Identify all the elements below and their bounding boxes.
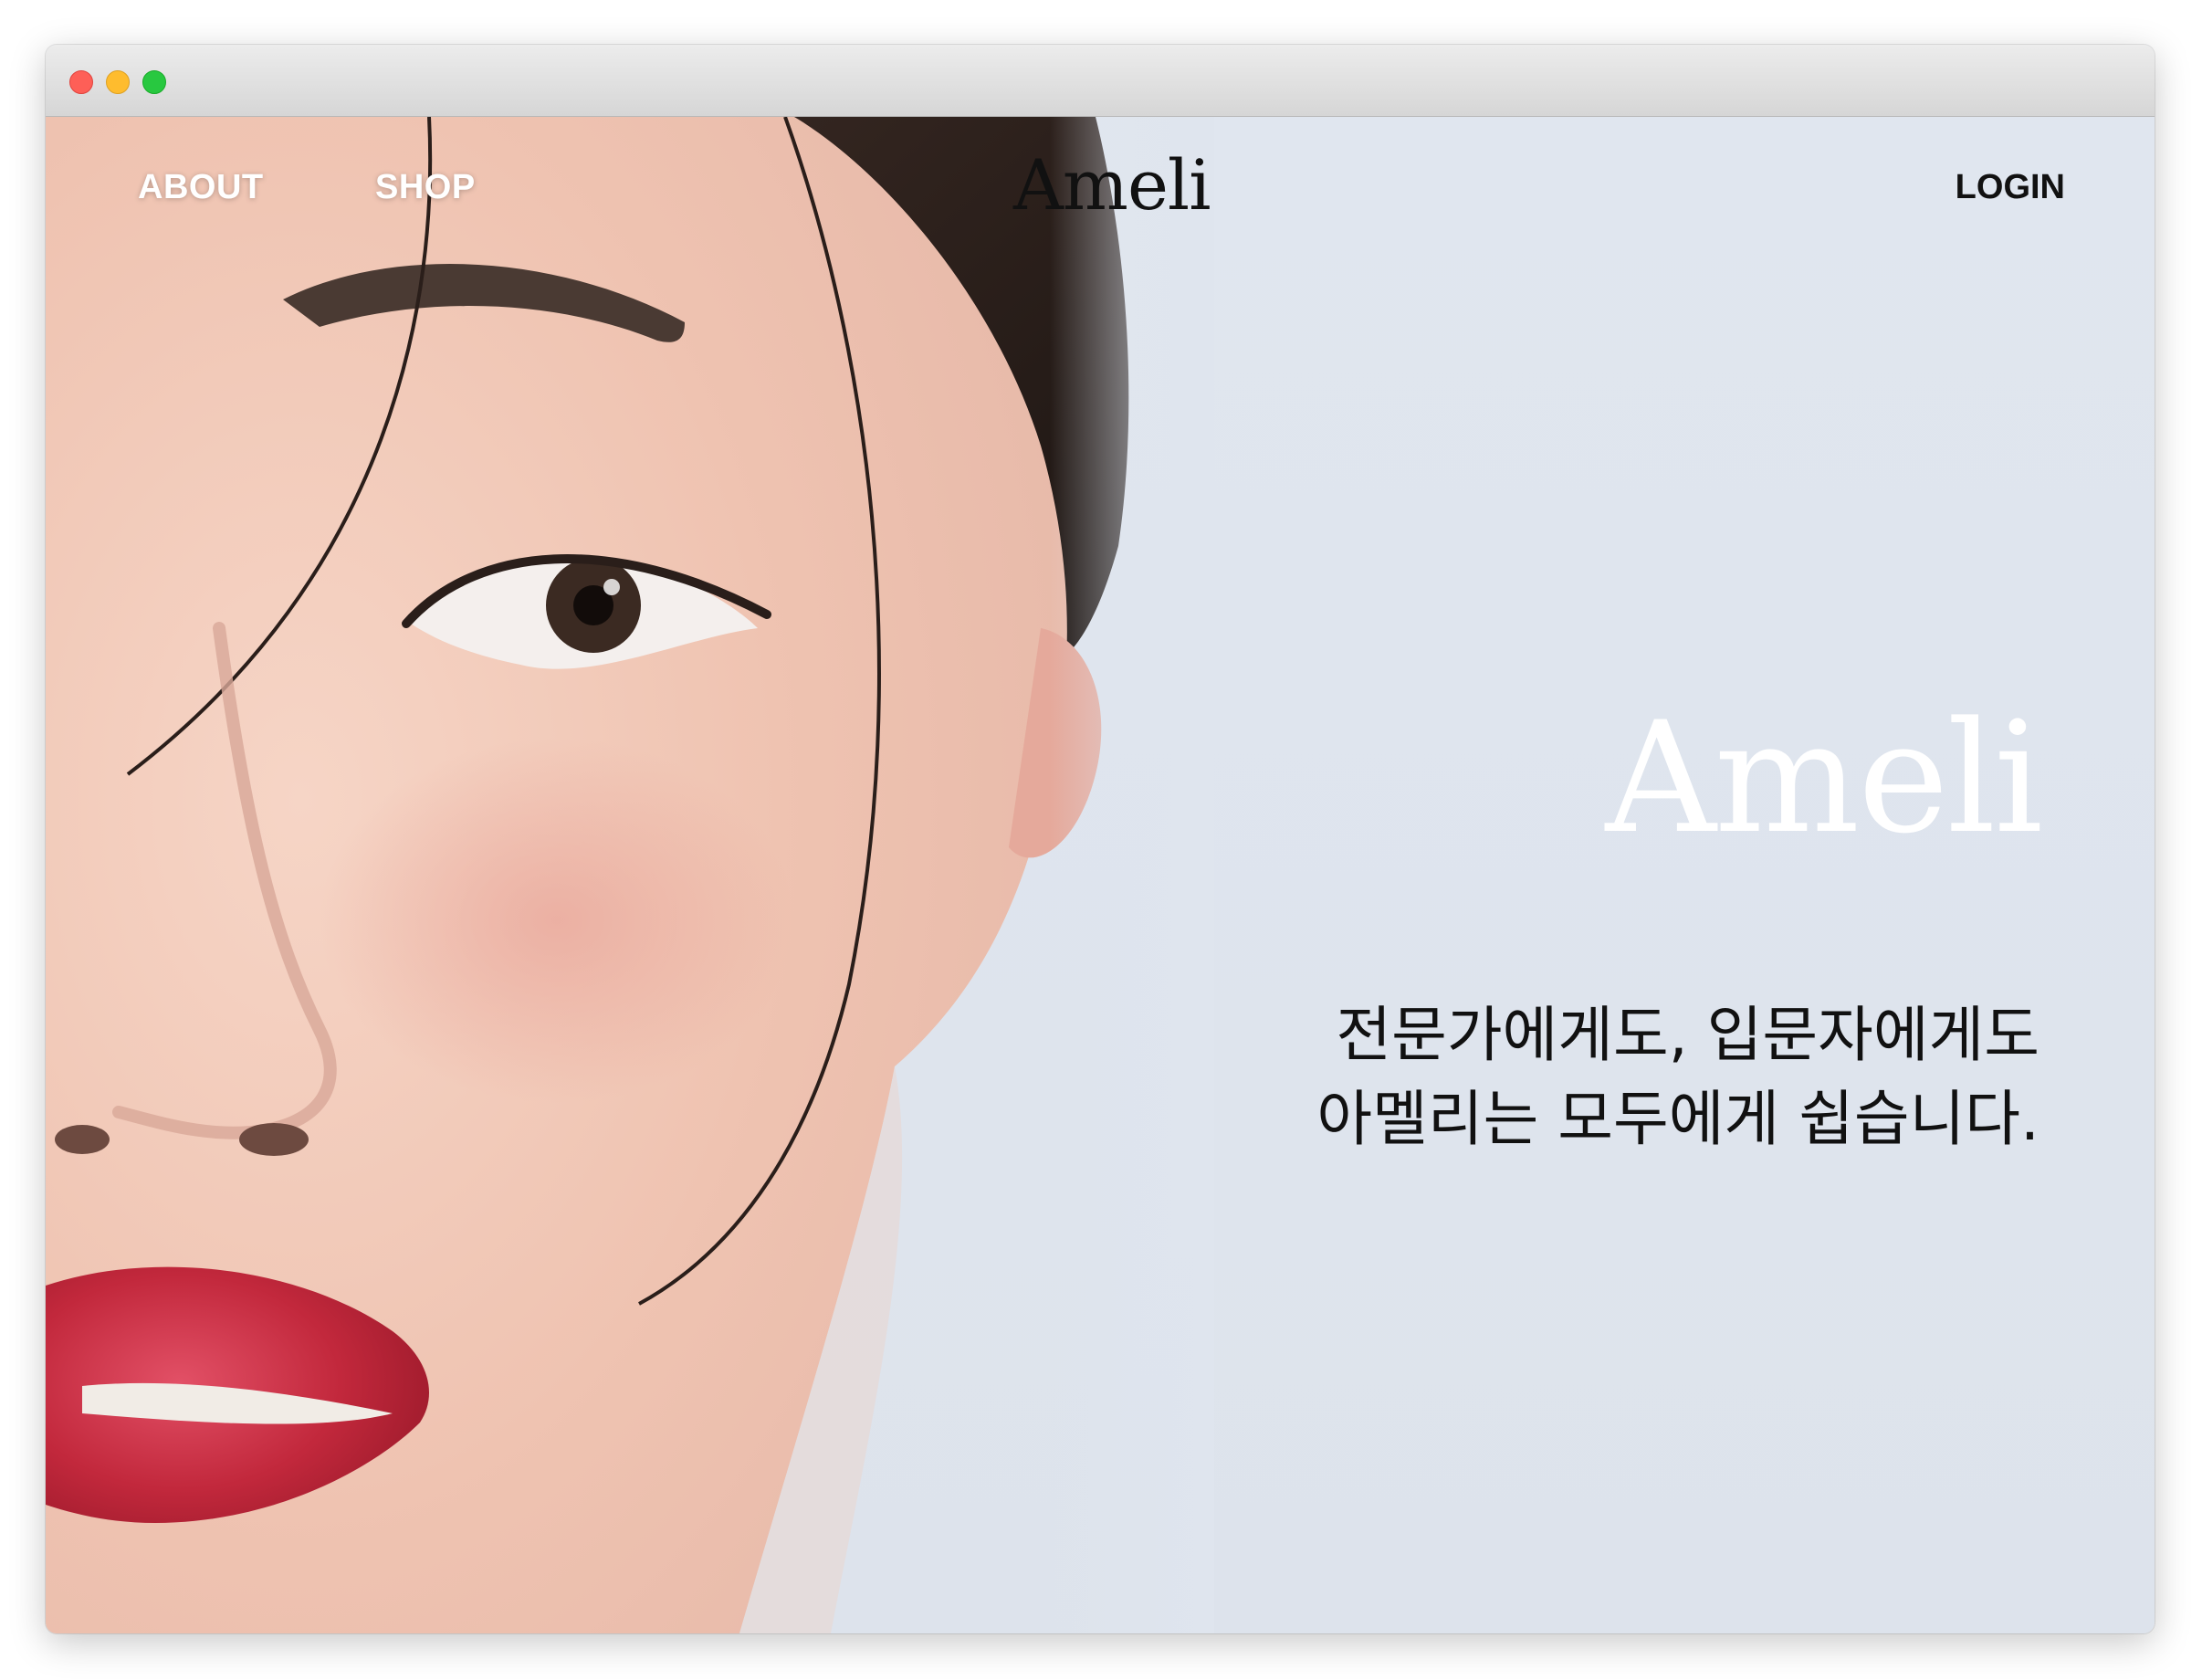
hero-title: Ameli: [1605, 688, 2043, 867]
hero-tagline: 전문가에게도, 입문자에게도 아멜리는 모두에게 쉽습니다.: [1316, 993, 2039, 1161]
close-window-button[interactable]: [69, 70, 93, 94]
hero-model-photo: [46, 117, 1214, 1633]
nav-shop-link[interactable]: SHOP: [375, 168, 476, 207]
hero-tagline-line2: 아멜리는 모두에게 쉽습니다.: [1316, 1084, 2039, 1154]
login-link[interactable]: LOGIN: [1956, 168, 2065, 207]
minimize-window-button[interactable]: [106, 70, 130, 94]
brand-logo[interactable]: Ameli: [1013, 144, 1211, 226]
zoom-window-button[interactable]: [142, 70, 166, 94]
hero-tagline-line1: 전문가에게도, 입문자에게도: [1336, 1000, 2039, 1070]
page-viewport: ABOUT SHOP Ameli LOGIN Ameli 전문가에게도, 입문자…: [46, 117, 2155, 1633]
nav-about-link[interactable]: ABOUT: [138, 168, 264, 207]
window-titlebar: [46, 45, 2155, 117]
browser-window: ABOUT SHOP Ameli LOGIN Ameli 전문가에게도, 입문자…: [46, 45, 2155, 1633]
